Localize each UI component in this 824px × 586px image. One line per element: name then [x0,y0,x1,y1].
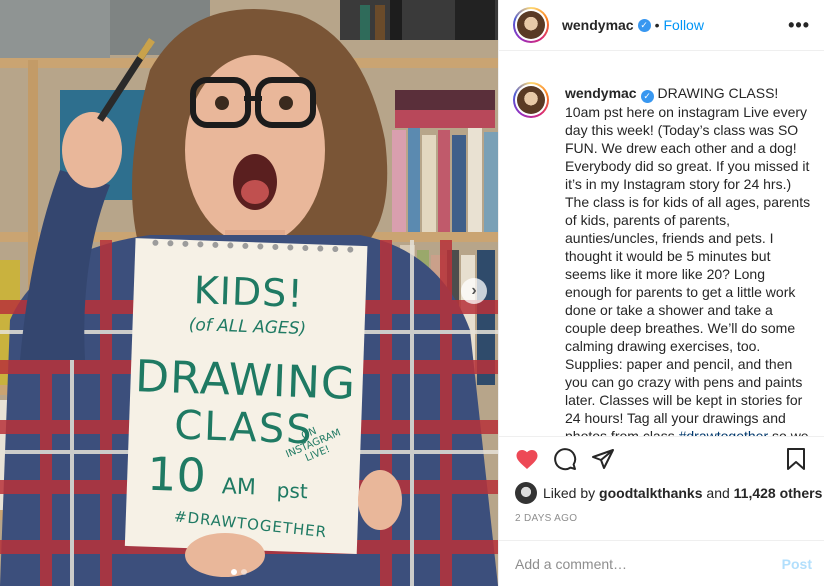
save-button[interactable] [782,445,810,473]
sign-line: pst [276,478,309,504]
liker-avatar[interactable] [515,482,537,504]
separator-dot: • [654,17,660,33]
sign-line: (of ALL AGES) [188,315,307,340]
post-timestamp[interactable]: 2 DAYS AGO [515,513,577,524]
carousel-dot [231,569,237,575]
likes-prefix: Liked by [543,485,596,501]
chevron-right-icon: › [471,282,477,299]
sign-line: 10 [146,446,207,503]
sign-line: AM [221,474,257,501]
post-side-panel: wendymac ✓ • Follow ••• wendymac ✓ DRAWIN… [498,0,824,586]
carousel-indicator [231,569,247,575]
profile-photo [517,11,545,39]
profile-photo [517,86,545,114]
likes-and: and [706,485,730,501]
liked-by-user-link[interactable]: goodtalkthanks [599,485,702,501]
bookmark-icon [787,447,805,470]
avatar[interactable] [513,7,549,43]
drawing-class-sign: KIDS! (of ALL AGES) DRAWING CLASS 10 AM … [125,241,366,554]
caption-avatar[interactable] [513,82,549,118]
caption-username[interactable]: wendymac [565,85,637,101]
post-comment-button[interactable]: Post [782,556,812,572]
likes-count-link[interactable]: 11,428 others [734,485,823,501]
like-button[interactable] [513,445,541,473]
verified-badge-icon: ✓ [637,18,651,32]
comment-icon [554,447,577,470]
carousel-next-button[interactable]: › [461,278,487,304]
verified-badge-icon: ✓ [640,89,654,103]
share-button[interactable] [589,445,617,473]
follow-button[interactable]: Follow [664,17,704,33]
sign-line: DRAWING [134,351,357,410]
carousel-dot [241,569,247,575]
likes-summary: Liked by goodtalkthanks and 11,428 other… [515,482,822,504]
comment-box: Post [499,540,824,586]
comment-input[interactable] [515,555,782,572]
username-link[interactable]: wendymac [562,17,634,33]
more-options-icon[interactable]: ••• [788,15,810,36]
caption-body: DRAWING CLASS! 10am pst here on instagra… [565,85,811,436]
post-photo[interactable]: KIDS! (of ALL AGES) DRAWING CLASS 10 AM … [0,0,498,586]
post-header: wendymac ✓ • Follow ••• [499,0,824,51]
action-bar [499,436,824,480]
caption-area: wendymac ✓ DRAWING CLASS! 10am pst here o… [499,52,824,436]
sign-line: KIDS! [193,268,305,316]
comment-button[interactable] [551,445,579,473]
hashtag-link[interactable]: #drawtogether [679,428,769,437]
sign-line: #DRAWTOGETHER [173,507,328,542]
caption-text: wendymac ✓ DRAWING CLASS! 10am pst here o… [565,84,814,436]
heart-icon [516,449,538,469]
share-icon [592,448,614,469]
